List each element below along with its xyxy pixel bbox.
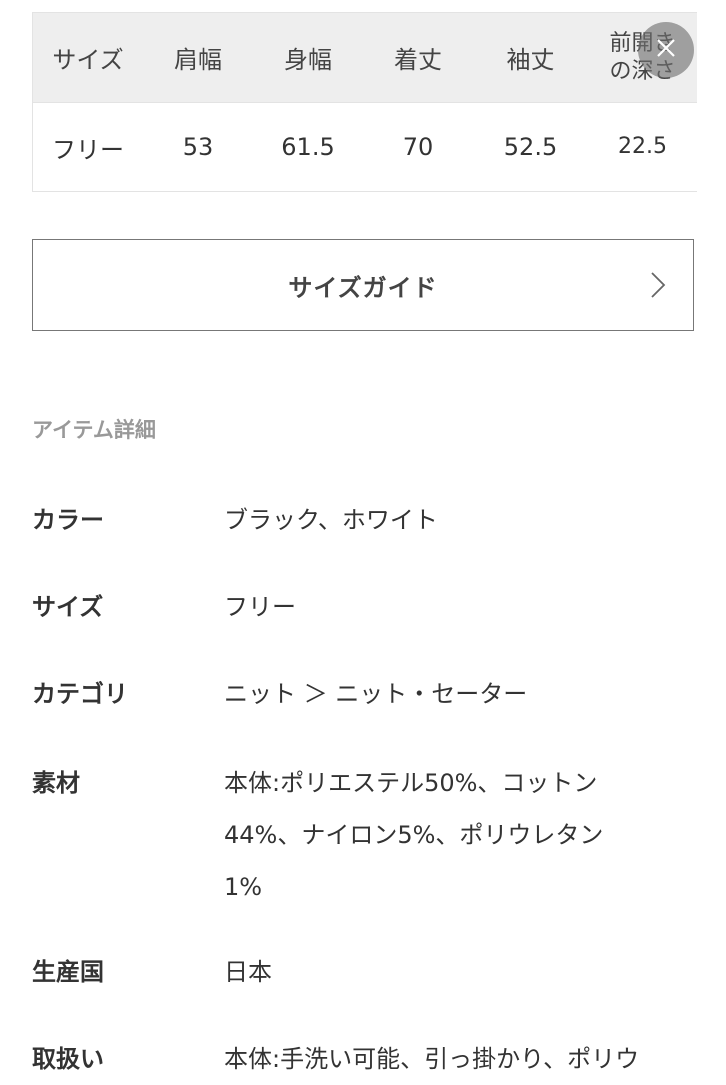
detail-row-care: 取扱い 本体:手洗い可能、引っ掛かり、ポリウ <box>32 1033 702 1085</box>
detail-value: ブラック、ホワイト <box>224 506 438 534</box>
detail-value: フリー <box>224 593 296 621</box>
detail-key: 生産国 <box>32 958 104 986</box>
detail-key: カラー <box>32 506 104 534</box>
material-line-3: 1% <box>224 873 263 901</box>
item-details-title: アイテム詳細 <box>32 418 156 442</box>
size-table: サイズ 肩幅 身幅 着丈 袖丈 前開き の深さ フリー 53 61.5 70 5… <box>32 12 697 192</box>
material-line-2: 44%、ナイロン5%、ポリウレタン <box>224 821 604 849</box>
cell-shoulder: 53 <box>182 133 214 161</box>
header-size: サイズ <box>52 46 124 74</box>
cell-length: 70 <box>402 133 434 161</box>
header-length: 着丈 <box>394 46 442 74</box>
detail-key: 素材 <box>32 769 80 797</box>
detail-value: ニット ＞ ニット・セーター <box>224 680 528 708</box>
detail-row-material: 素材 本体:ポリエステル50%、コットン 44%、ナイロン5%、ポリウレタン 1… <box>32 757 702 913</box>
close-button[interactable] <box>638 22 694 78</box>
detail-row-country: 生産国 日本 <box>32 946 702 998</box>
cell-sleeve: 52.5 <box>503 133 558 161</box>
detail-value: 本体:ポリエステル50%、コットン 44%、ナイロン5%、ポリウレタン 1% <box>224 757 694 913</box>
detail-row-size: サイズ フリー <box>32 581 702 633</box>
detail-key: 取扱い <box>32 1045 104 1073</box>
size-guide-label: サイズガイド <box>288 273 438 302</box>
size-table-header: サイズ 肩幅 身幅 着丈 袖丈 前開き の深さ <box>33 13 697 103</box>
detail-key: サイズ <box>32 593 104 621</box>
detail-key: カテゴリ <box>32 680 128 708</box>
detail-row-color: カラー ブラック、ホワイト <box>32 494 702 546</box>
header-sleeve: 袖丈 <box>506 46 555 74</box>
cell-size: フリー <box>52 135 124 164</box>
table-row: フリー 53 61.5 70 52.5 22.5 <box>33 103 697 192</box>
material-line-1: 本体:ポリエステル50%、コットン <box>224 769 598 797</box>
chevron-right-icon <box>649 270 667 304</box>
cell-body-width: 61.5 <box>281 133 335 161</box>
detail-row-category: カテゴリ ニット ＞ ニット・セーター <box>32 668 702 720</box>
detail-value: 本体:手洗い可能、引っ掛かり、ポリウ <box>224 1045 640 1073</box>
header-shoulder: 肩幅 <box>174 46 222 74</box>
size-guide-button[interactable]: サイズガイド <box>32 239 694 331</box>
detail-value: 日本 <box>224 958 272 986</box>
header-body-width: 身幅 <box>284 46 332 74</box>
cell-front-opening: 22.5 <box>618 134 667 159</box>
close-icon <box>654 36 678 64</box>
